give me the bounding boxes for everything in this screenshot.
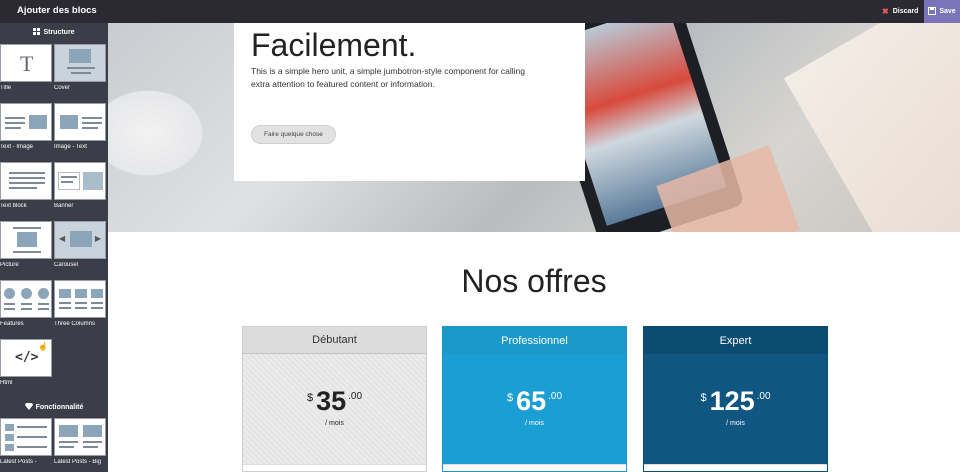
block-text[interactable]: Text block [0,162,52,209]
structure-heading: Structure [0,23,108,41]
plan-price: $ 65 .00 [443,386,626,417]
plan-price: $ 125 .00 [644,386,827,417]
features-block-icon [0,280,52,318]
block-label: Html [0,380,13,386]
blocks-sidebar: Structure T Title Cover Text - Image Ima… [0,23,108,472]
block-label: Latest Posts - Big [54,459,102,465]
block-label: Features [0,321,24,327]
features-heading: Fonctionnalité [0,398,108,416]
block-picture[interactable]: Picture [0,221,52,268]
features-heading-label: Fonctionnalité [35,403,84,411]
save-button[interactable]: Save [924,0,960,23]
plan-amount: 125 [709,386,755,416]
block-label: Text block [0,203,27,209]
cover-block-icon [54,44,106,82]
block-label: Title [0,85,12,91]
block-three-columns[interactable]: Three Columns [54,280,106,327]
pricing-title: Nos offres [461,263,607,299]
grid-icon [33,27,41,37]
plan-amount: 35 [316,386,347,416]
block-image-text[interactable]: Image - Text [54,103,106,150]
block-latest-posts[interactable]: Latest Posts - [0,418,52,465]
block-html[interactable]: </> ☝ Html [0,339,52,386]
block-label: Cover [54,85,71,91]
plan-currency: $ [700,392,707,404]
block-banner[interactable]: Banner [54,162,106,209]
latest-posts-block-icon [0,418,52,456]
plan-period: / mois [525,420,544,427]
structure-heading-label: Structure [43,28,75,36]
plan-name: Débutant [243,327,426,354]
plan-footer [443,464,626,471]
save-label: Save [939,8,956,15]
picture-block-icon [0,221,52,259]
block-text-image[interactable]: Text - Image [0,103,52,150]
plan-price: $ 35 .00 [243,386,426,417]
discard-button[interactable]: ✖ Discard [876,0,924,23]
hero-title: Facilement. [251,27,417,63]
banner-block-icon [54,162,106,200]
plan-card-debutant: Débutant $ 35 .00 / mois [242,326,427,472]
block-label: Banner [54,203,74,209]
hero-background-paper [783,23,960,232]
save-icon [928,6,937,17]
block-cover[interactable]: Cover [54,44,106,91]
block-label: Image - Text [54,144,87,150]
plan-currency: $ [306,392,314,404]
plan-cents: .00 [548,391,563,402]
block-label: Latest Posts - [0,459,37,465]
top-bar: Ajouter des blocs ✖ Discard Save [0,0,960,23]
plan-card-professionnel: Professionnel $ 65 .00 / mois [442,326,627,472]
carousel-block-icon: ◀ ▶ [54,221,106,259]
editor-title: Ajouter des blocs [17,5,97,16]
discard-label: Discard [892,8,919,15]
block-features[interactable]: Features [0,280,52,327]
block-label: Carousel [54,262,79,268]
plan-cents: .00 [348,391,363,402]
plan-card-expert: Expert $ 125 .00 / mois [643,326,828,472]
hero-card: Facilement. This is a simple hero unit, … [234,23,585,181]
title-block-icon: T [0,44,52,82]
plan-footer [243,464,426,471]
plan-currency: $ [506,392,514,404]
text-block-icon [0,162,52,200]
text-image-block-icon [0,103,52,141]
html-block-icon: </> ☝ [0,339,52,377]
image-text-block-icon [54,103,106,141]
block-label: Three Columns [54,321,96,327]
plan-name: Expert [644,327,827,354]
plan-amount: 65 [516,386,547,416]
latest-posts-big-block-icon [54,418,106,456]
plan-footer [644,464,827,471]
close-icon: ✖ [882,7,889,16]
block-label: Text - Image [0,144,34,150]
block-carousel[interactable]: ◀ ▶ Carousel [54,221,106,268]
three-columns-block-icon [54,280,106,318]
block-title[interactable]: T Title [0,44,52,91]
cursor-hand-icon: ☝ [38,342,48,351]
block-latest-posts-big[interactable]: Latest Posts - Big [54,418,106,465]
diamond-icon [24,402,33,412]
hero-description: This is a simple hero unit, a simple jum… [251,66,526,89]
plan-period: / mois [726,420,745,427]
block-label: Picture [0,262,19,268]
plan-name: Professionnel [443,327,626,354]
plan-period: / mois [325,420,344,427]
hero-section: Facilement. This is a simple hero unit, … [108,23,960,232]
plan-cents: .00 [756,391,771,402]
hero-cta-button[interactable]: Faire quelque chose [251,125,336,144]
